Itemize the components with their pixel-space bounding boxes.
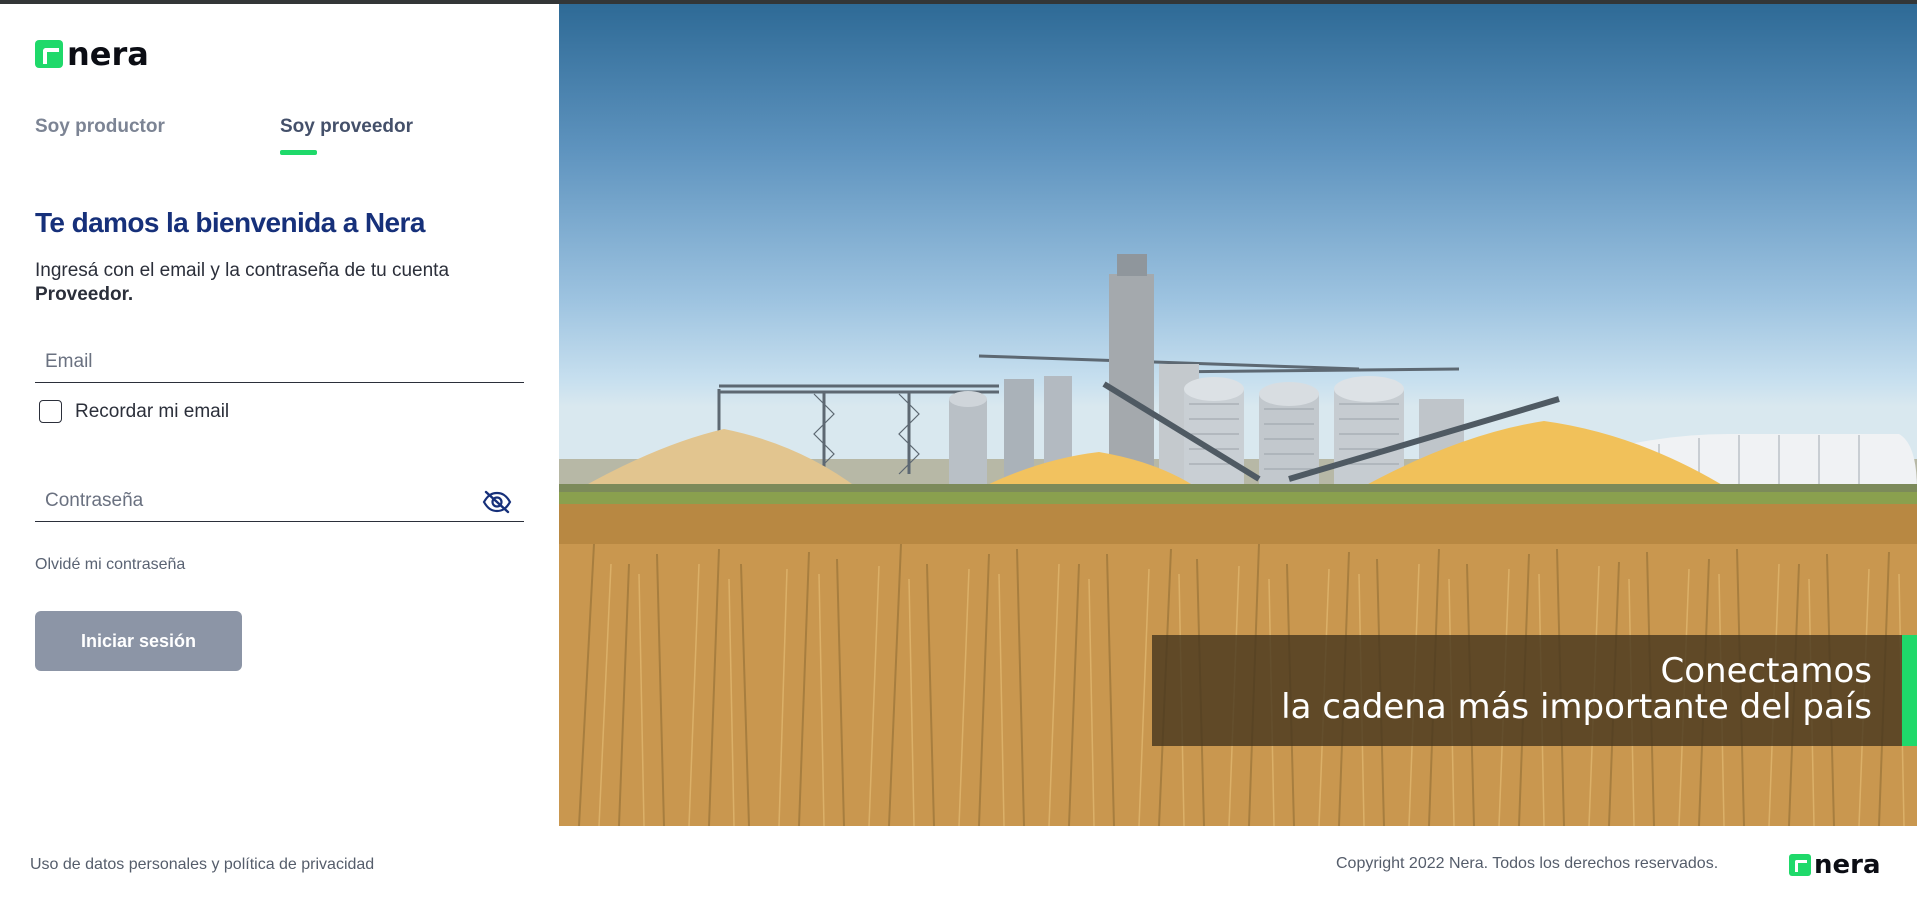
footer-logo: nera [1789, 850, 1881, 880]
hero-tagline-line2: la cadena más importante del país [1281, 687, 1872, 727]
brand-logo[interactable]: nera [35, 35, 149, 73]
login-subtitle: Ingresá con el email y la contraseña de … [35, 259, 515, 307]
footer-wordmark: nera [1814, 850, 1881, 880]
eye-slash-icon[interactable] [482, 490, 512, 514]
tab-productor[interactable]: Soy productor [35, 116, 165, 138]
hero-tagline-box: Conectamos la cadena más importante del … [1152, 635, 1902, 746]
remember-email-checkbox[interactable] [39, 400, 62, 423]
copyright-text: Copyright 2022 Nera. Todos los derechos … [1336, 855, 1719, 872]
privacy-policy-link[interactable]: Uso de datos personales y política de pr… [30, 856, 374, 874]
hero-tagline: Conectamos la cadena más importante del … [1281, 653, 1872, 725]
login-button[interactable]: Iniciar sesión [35, 611, 242, 671]
login-subtitle-text: Ingresá con el email y la contraseña de … [35, 260, 450, 281]
email-field [35, 343, 524, 383]
active-tab-indicator [280, 150, 317, 155]
remember-email-label[interactable]: Recordar mi email [75, 401, 229, 423]
role-tabs: Soy productor Soy proveedor [35, 116, 525, 160]
hero-tagline-line1: Conectamos [1660, 651, 1872, 691]
forgot-password-link[interactable]: Olvidé mi contraseña [35, 556, 185, 574]
tab-proveedor[interactable]: Soy proveedor [280, 116, 413, 138]
password-input[interactable] [35, 482, 475, 520]
account-type-label: Proveedor. [35, 284, 134, 305]
page-title: Te damos la bienvenida a Nera [35, 207, 425, 238]
nera-logo-icon [35, 40, 63, 68]
hero-accent-bar [1902, 635, 1917, 746]
password-field [35, 482, 524, 522]
login-panel: nera Soy productor Soy proveedor Te damo… [0, 4, 559, 826]
remember-email-row: Recordar mi email [39, 400, 229, 423]
nera-footer-logo-icon [1789, 854, 1811, 876]
hero-image: Conectamos la cadena más importante del … [559, 4, 1917, 826]
brand-wordmark: nera [67, 35, 149, 73]
email-input[interactable] [35, 343, 475, 381]
